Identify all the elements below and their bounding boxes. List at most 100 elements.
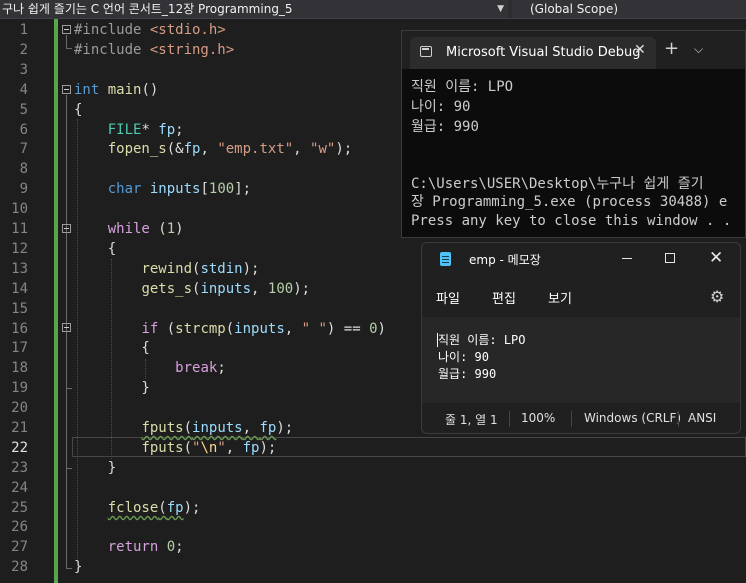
code-token: ); (183, 500, 201, 516)
code-text: #include <stdio.h> (74, 20, 226, 40)
global-scope-label: (Global Scope) (530, 2, 619, 16)
code-line[interactable]: 25 fclose(fp); (0, 498, 746, 518)
line-number: 26 (11, 519, 28, 535)
code-token: "w" (310, 141, 336, 157)
debug-console-window[interactable]: Microsoft Visual Studio Debug ✕ + ⌵ 직원 이… (401, 30, 746, 238)
notepad-status-bar: 줄 1, 열 1 100% Windows (CRLF) ANSI (422, 403, 740, 433)
line-number: 21 (11, 420, 28, 436)
global-scope-dropdown[interactable]: (Global Scope) (512, 0, 746, 18)
code-token: ); (335, 141, 353, 157)
settings-gear-icon[interactable]: ⚙ (710, 287, 724, 306)
notepad-text-area[interactable]: 직원 이름: LPO 나이: 90 월급: 990 (422, 317, 740, 403)
code-text: fputs(inputs, fp); (74, 418, 293, 438)
code-text: FILE* fp; (74, 120, 184, 140)
menu-file[interactable]: 파일 (436, 288, 460, 307)
code-token: break (175, 360, 218, 376)
console-tab[interactable]: Microsoft Visual Studio Debug ✕ (410, 37, 656, 69)
code-line[interactable]: 27 return 0; (0, 537, 746, 557)
cursor-position: 줄 1, 열 1 (445, 413, 498, 427)
code-token: fp (158, 122, 176, 138)
code-line[interactable]: 24 (0, 478, 746, 498)
code-token: { (74, 102, 83, 118)
code-token: " " (301, 321, 327, 337)
code-text: fopen_s(&fp, "emp.txt", "w"); (74, 139, 352, 159)
code-token: ( (158, 500, 167, 516)
code-token: ( (183, 420, 193, 436)
line-ending: Windows (CRLF) (584, 411, 682, 425)
code-token: char (107, 181, 142, 197)
new-tab-icon[interactable]: + (664, 39, 679, 59)
line-number: 13 (11, 261, 28, 277)
line-number: 27 (11, 539, 28, 555)
notepad-title: emp - 메모장 (469, 253, 541, 267)
code-token: fp (183, 141, 201, 157)
code-token: , (200, 141, 218, 157)
code-token: fclose (107, 500, 159, 516)
code-text: fclose(fp); (74, 498, 201, 518)
code-token: { (74, 241, 117, 257)
menu-view[interactable]: 보기 (548, 288, 572, 307)
status-divider (571, 411, 572, 427)
code-token: ; (175, 122, 184, 138)
code-token: } (74, 460, 117, 476)
code-line[interactable]: 22 fputs("\n", fp); (0, 438, 746, 458)
line-number: 5 (19, 102, 28, 118)
code-text: { (74, 338, 149, 358)
notepad-window[interactable]: emp - 메모장 ✕ 파일 편집 보기 ⚙ 직원 이름: LPO 나이: 90… (421, 242, 741, 434)
code-token: 0 (166, 539, 176, 555)
line-number: 22 (11, 440, 28, 456)
code-line[interactable]: 28} (0, 557, 746, 577)
code-text: { (74, 239, 116, 259)
line-number: 2 (19, 42, 28, 58)
code-token: ( (225, 321, 235, 337)
menu-edit[interactable]: 편집 (492, 288, 516, 307)
code-token: while (107, 221, 150, 237)
maximize-icon[interactable] (665, 253, 675, 263)
code-token: * (141, 122, 159, 138)
code-text: int main() (74, 80, 158, 100)
code-token: [ (200, 181, 209, 197)
code-token: , (251, 281, 268, 297)
line-number: 28 (11, 559, 28, 575)
code-token: int (74, 82, 100, 98)
code-token: } (74, 559, 83, 575)
code-token: FILE (107, 122, 142, 138)
file-scope-label: 구나 쉽게 즐기는 C 언어 콘서트_12장 Programming_5 (2, 2, 293, 16)
code-token: fputs (141, 420, 184, 436)
code-token: strcmp (175, 321, 226, 337)
file-scope-dropdown[interactable]: 구나 쉽게 즐기는 C 언어 콘서트_12장 Programming_5 ▼ (0, 0, 508, 18)
code-token: ); (259, 440, 277, 456)
code-line[interactable]: 26 (0, 517, 746, 537)
code-token: , (242, 420, 260, 436)
code-token: " (217, 440, 226, 456)
code-token: #include (74, 22, 150, 38)
navigation-bar: 구나 쉽게 즐기는 C 언어 콘서트_12장 Programming_5 ▼ (… (0, 0, 746, 19)
notepad-text-line: 나이: 90 (438, 350, 489, 364)
code-token: ) == (326, 321, 370, 337)
code-token: inputs (234, 321, 285, 337)
close-icon[interactable]: ✕ (709, 248, 723, 268)
console-output-line: 직원 이름: LPO (411, 79, 514, 95)
close-tab-icon[interactable]: ✕ (634, 42, 646, 58)
code-text: if (strcmp(inputs, " ") == 0) (74, 319, 386, 339)
code-text: fputs("\n", fp); (74, 438, 276, 458)
notepad-title-bar[interactable]: emp - 메모장 ✕ (422, 243, 740, 277)
line-number: 1 (19, 22, 28, 38)
code-text: rewind(stdin); (74, 259, 259, 279)
code-token: <stdio.h> (149, 22, 226, 38)
tab-dropdown-icon[interactable]: ⌵ (694, 42, 703, 57)
code-token: ]; (234, 181, 252, 197)
minimize-icon[interactable] (622, 258, 632, 259)
code-token: fp (166, 500, 184, 516)
code-token: ) (377, 321, 386, 337)
console-output-line: Press any key to close this window . . (411, 213, 732, 229)
code-token: "emp.txt" (217, 141, 294, 157)
code-line[interactable]: 23 } (0, 458, 746, 478)
